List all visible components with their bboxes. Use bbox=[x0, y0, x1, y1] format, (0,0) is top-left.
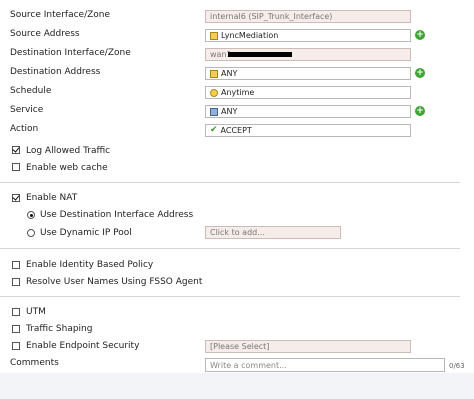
ip-pool-field: Click to add... bbox=[205, 226, 341, 239]
green-check-icon: ✔ bbox=[210, 125, 218, 135]
endpoint-security-label: Enable Endpoint Security bbox=[26, 341, 140, 351]
schedule-label: Schedule bbox=[10, 86, 52, 96]
comments-input[interactable]: Write a comment... bbox=[205, 358, 445, 372]
comments-placeholder: Write a comment... bbox=[210, 360, 287, 370]
address-object-icon bbox=[210, 69, 218, 78]
log-allowed-traffic-label: Log Allowed Traffic bbox=[26, 146, 111, 156]
source-interface-value: internal6 (SIP_Trunk_Interface) bbox=[210, 12, 333, 21]
enable-web-cache-label: Enable web cache bbox=[26, 163, 108, 173]
enable-nat-label: Enable NAT bbox=[26, 193, 78, 203]
traffic-shaping-checkbox[interactable] bbox=[12, 325, 20, 333]
section-divider bbox=[0, 248, 460, 249]
service-value: ANY bbox=[221, 107, 238, 116]
destination-interface-label: Destination Interface/Zone bbox=[10, 48, 131, 58]
schedule-field[interactable]: Anytime bbox=[205, 86, 411, 99]
use-destination-interface-label: Use Destination Interface Address bbox=[40, 210, 194, 220]
use-destination-interface-radio[interactable] bbox=[27, 211, 35, 219]
schedule-value: Anytime bbox=[221, 88, 255, 97]
utm-label: UTM bbox=[26, 307, 46, 317]
traffic-shaping-label: Traffic Shaping bbox=[26, 324, 93, 334]
endpoint-security-select-value: [Please Select] bbox=[210, 342, 270, 351]
resolve-user-names-checkbox[interactable] bbox=[12, 278, 20, 286]
endpoint-security-checkbox[interactable] bbox=[12, 342, 20, 350]
resolve-user-names-label: Resolve User Names Using FSSO Agent bbox=[26, 277, 203, 287]
source-interface-label: Source Interface/Zone bbox=[10, 10, 111, 20]
add-destination-address-icon[interactable]: + bbox=[415, 68, 425, 78]
address-object-icon bbox=[210, 31, 218, 40]
source-address-label: Source Address bbox=[10, 29, 80, 39]
source-address-value: LyncMediation bbox=[221, 31, 279, 40]
destination-address-label: Destination Address bbox=[10, 67, 101, 77]
log-allowed-traffic-checkbox[interactable] bbox=[12, 146, 20, 154]
section-divider bbox=[0, 296, 460, 297]
redaction-bar bbox=[228, 52, 292, 57]
add-service-icon[interactable]: + bbox=[415, 106, 425, 116]
service-object-icon bbox=[210, 107, 218, 116]
destination-address-value: ANY bbox=[221, 69, 238, 78]
add-source-address-icon[interactable]: + bbox=[415, 30, 425, 40]
destination-address-field[interactable]: ANY bbox=[205, 67, 411, 80]
enable-identity-policy-checkbox[interactable] bbox=[12, 261, 20, 269]
comments-label: Comments bbox=[10, 358, 59, 368]
action-field[interactable]: ✔ ACCEPT bbox=[205, 124, 411, 137]
ip-pool-placeholder: Click to add... bbox=[210, 228, 265, 237]
endpoint-security-select: [Please Select] bbox=[205, 340, 411, 353]
enable-nat-checkbox[interactable] bbox=[12, 194, 20, 202]
source-interface-field: internal6 (SIP_Trunk_Interface) bbox=[205, 10, 411, 23]
service-field[interactable]: ANY bbox=[205, 105, 411, 118]
action-value: ACCEPT bbox=[220, 126, 252, 135]
enable-web-cache-checkbox[interactable] bbox=[12, 163, 20, 171]
comments-area-background bbox=[0, 373, 474, 399]
clock-icon bbox=[210, 88, 218, 97]
action-label: Action bbox=[10, 124, 39, 134]
use-dynamic-ip-pool-label: Use Dynamic IP Pool bbox=[40, 228, 132, 238]
enable-identity-policy-label: Enable Identity Based Policy bbox=[26, 260, 154, 270]
service-label: Service bbox=[10, 105, 44, 115]
comments-char-counter: 0/63 bbox=[449, 362, 465, 370]
source-address-field[interactable]: LyncMediation bbox=[205, 29, 411, 42]
section-divider bbox=[0, 182, 460, 183]
utm-checkbox[interactable] bbox=[12, 308, 20, 316]
use-dynamic-ip-pool-radio[interactable] bbox=[27, 229, 35, 237]
